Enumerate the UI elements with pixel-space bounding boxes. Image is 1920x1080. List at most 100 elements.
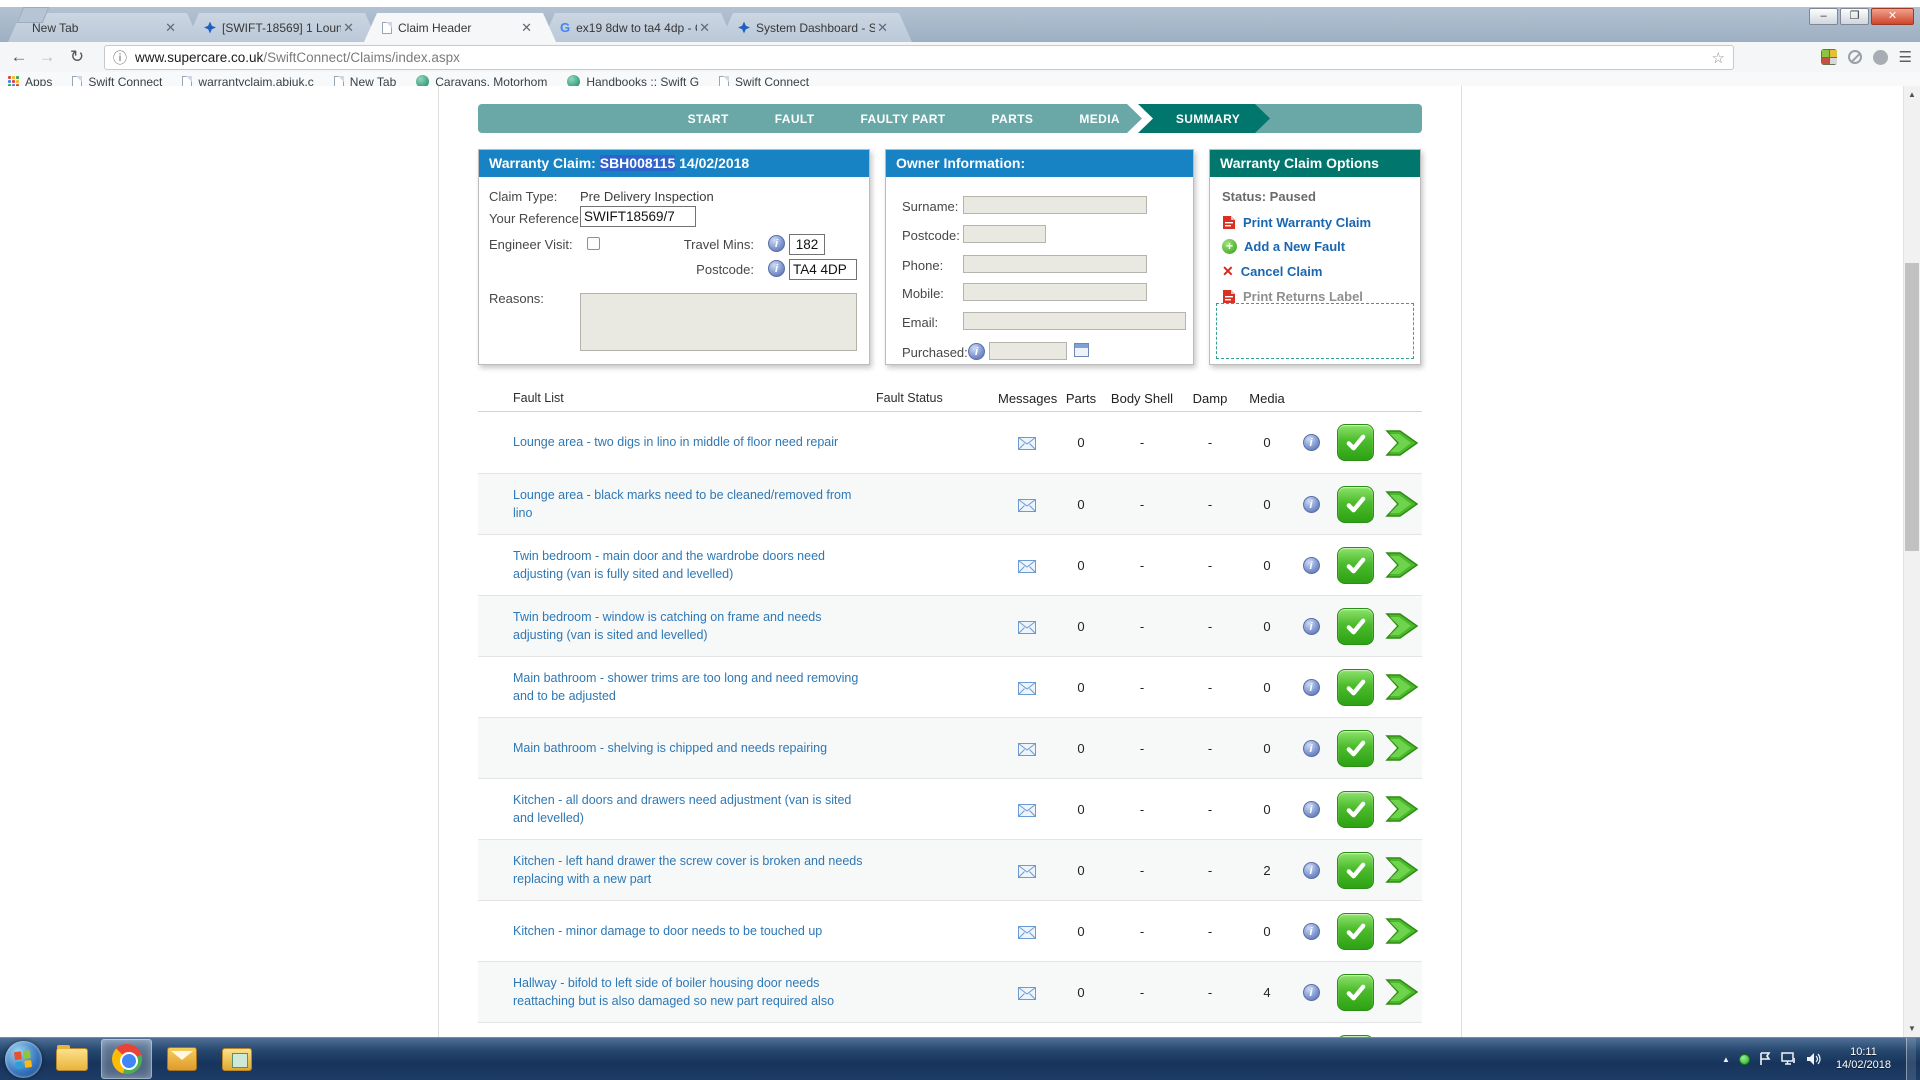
open-fault-arrow-button[interactable] (1385, 790, 1419, 828)
extension-icon-1[interactable] (1821, 49, 1837, 65)
calendar-icon[interactable] (1074, 343, 1089, 357)
wizard-step-summary[interactable]: SUMMARY (1138, 104, 1270, 133)
open-fault-arrow-button[interactable] (1385, 912, 1419, 950)
option-link-cancel-claim[interactable]: ✕Cancel Claim (1222, 263, 1420, 280)
open-fault-arrow-button[interactable] (1385, 973, 1419, 1011)
travel-mins-input[interactable] (789, 234, 825, 255)
tray-expand-icon[interactable]: ▲ (1722, 1055, 1730, 1064)
info-icon[interactable]: i (1303, 862, 1320, 879)
info-icon[interactable]: i (1303, 434, 1320, 451)
envelope-icon[interactable] (1018, 621, 1036, 634)
fault-description-link[interactable]: Hallway - bifold to left side of boiler … (478, 974, 863, 1010)
maximize-button[interactable]: ❐ (1840, 8, 1869, 25)
browser-tab[interactable]: Claim Header✕ (364, 13, 556, 42)
refresh-button[interactable]: ↻ (64, 44, 90, 70)
open-fault-arrow-button[interactable] (1385, 851, 1419, 889)
network-icon[interactable] (1781, 1052, 1797, 1066)
back-button[interactable]: ← (6, 44, 32, 70)
browser-tab[interactable]: [SWIFT-18569] 1 Lounge✕ (186, 13, 378, 42)
reasons-textarea[interactable] (580, 293, 857, 351)
envelope-icon[interactable] (1018, 743, 1036, 756)
wizard-step-faulty-part[interactable]: FAULTY PART (860, 112, 945, 126)
info-icon[interactable]: i (1303, 679, 1320, 696)
open-fault-arrow-button[interactable] (1385, 485, 1419, 523)
envelope-icon[interactable] (1018, 437, 1036, 450)
page-info-icon[interactable]: ⓘ (113, 48, 127, 68)
owner-field-input[interactable] (963, 196, 1147, 214)
info-icon[interactable]: i (1303, 923, 1320, 940)
wizard-step-parts[interactable]: PARTS (992, 112, 1034, 126)
scrollbar-down-arrow[interactable]: ▼ (1904, 1020, 1920, 1037)
wizard-step-media[interactable]: MEDIA (1079, 112, 1120, 126)
scrollbar-thumb[interactable] (1905, 263, 1919, 551)
open-fault-arrow-button[interactable] (1385, 729, 1419, 767)
scrollbar-up-arrow[interactable]: ▲ (1904, 86, 1920, 103)
browser-tab[interactable]: Gex19 8dw to ta4 4dp - Go✕ (542, 13, 734, 42)
complete-check-button[interactable] (1337, 669, 1374, 706)
owner-field-input[interactable] (963, 283, 1147, 301)
tab-close-icon[interactable]: ✕ (697, 20, 712, 36)
fault-description-link[interactable]: Lounge area - two digs in lino in middle… (478, 433, 863, 451)
claim-postcode-input[interactable] (789, 259, 857, 280)
extension-icon-3[interactable] (1873, 50, 1888, 65)
info-icon[interactable]: i (1303, 984, 1320, 1001)
info-icon[interactable]: i (1303, 496, 1320, 513)
complete-check-button[interactable] (1337, 608, 1374, 645)
info-icon[interactable]: i (1303, 618, 1320, 635)
complete-check-button[interactable] (1337, 730, 1374, 767)
owner-field-input[interactable] (963, 255, 1147, 273)
forward-button[interactable]: → (34, 44, 60, 70)
taskbar-clock[interactable]: 10:11 14/02/2018 (1830, 1046, 1897, 1072)
complete-check-button[interactable] (1337, 791, 1374, 828)
engineer-visit-checkbox[interactable] (587, 237, 600, 250)
fault-description-link[interactable]: Twin bedroom - main door and the wardrob… (478, 547, 863, 583)
browser-tab[interactable]: System Dashboard - Surf✕ (720, 13, 912, 42)
travel-mins-info-icon[interactable]: i (768, 235, 785, 252)
open-fault-arrow-button[interactable] (1385, 424, 1419, 462)
envelope-icon[interactable] (1018, 560, 1036, 573)
open-fault-arrow-button[interactable] (1385, 668, 1419, 706)
speaker-icon[interactable] (1806, 1052, 1821, 1066)
page-scrollbar[interactable]: ▲ ▼ (1903, 86, 1920, 1037)
address-bar[interactable]: ⓘ www.supercare.co.uk /SwiftConnect/Clai… (104, 45, 1734, 70)
owner-field-input[interactable] (963, 225, 1046, 243)
envelope-icon[interactable] (1018, 499, 1036, 512)
envelope-icon[interactable] (1018, 926, 1036, 939)
fault-description-link[interactable]: Kitchen - minor damage to door needs to … (478, 922, 863, 940)
envelope-icon[interactable] (1018, 804, 1036, 817)
browser-menu-icon[interactable]: ☰ (1899, 48, 1912, 66)
fault-description-link[interactable]: Main bathroom - shelving is chipped and … (478, 739, 863, 757)
tab-close-icon[interactable]: ✕ (163, 20, 178, 36)
your-reference-input[interactable] (580, 206, 696, 227)
open-fault-arrow-button[interactable] (1385, 546, 1419, 584)
claim-postcode-info-icon[interactable]: i (768, 260, 785, 277)
complete-check-button[interactable] (1337, 974, 1374, 1011)
envelope-icon[interactable] (1018, 865, 1036, 878)
tab-close-icon[interactable]: ✕ (875, 20, 890, 36)
taskbar-app-button[interactable] (211, 1039, 262, 1079)
complete-check-button[interactable] (1337, 913, 1374, 950)
complete-check-button[interactable] (1337, 547, 1374, 584)
taskbar-chrome-button[interactable] (101, 1039, 152, 1079)
info-icon[interactable]: i (1303, 740, 1320, 757)
bookmark-star-icon[interactable]: ☆ (1712, 49, 1725, 67)
tray-flag-icon[interactable] (1759, 1052, 1772, 1066)
taskbar-explorer-button[interactable] (46, 1039, 97, 1079)
fault-description-link[interactable]: Kitchen - left hand drawer the screw cov… (478, 852, 863, 888)
minimize-button[interactable]: – (1809, 8, 1838, 25)
complete-check-button[interactable] (1337, 852, 1374, 889)
envelope-icon[interactable] (1018, 987, 1036, 1000)
complete-check-button[interactable] (1337, 486, 1374, 523)
fault-description-link[interactable]: Kitchen - all doors and drawers need adj… (478, 791, 863, 827)
tab-close-icon[interactable]: ✕ (519, 20, 534, 36)
wizard-step-fault[interactable]: FAULT (775, 112, 815, 126)
fault-description-link[interactable]: Main bathroom - shower trims are too lon… (478, 669, 863, 705)
owner-field-input[interactable] (989, 342, 1067, 360)
envelope-icon[interactable] (1018, 682, 1036, 695)
open-fault-arrow-button[interactable] (1385, 607, 1419, 645)
fault-description-link[interactable]: Twin bedroom - window is catching on fra… (478, 608, 863, 644)
purchased-info-icon[interactable]: i (968, 343, 985, 360)
owner-field-input[interactable] (963, 312, 1186, 330)
show-desktop-button[interactable] (1906, 1038, 1916, 1080)
option-link-add-a-new-fault[interactable]: +Add a New Fault (1222, 239, 1420, 254)
